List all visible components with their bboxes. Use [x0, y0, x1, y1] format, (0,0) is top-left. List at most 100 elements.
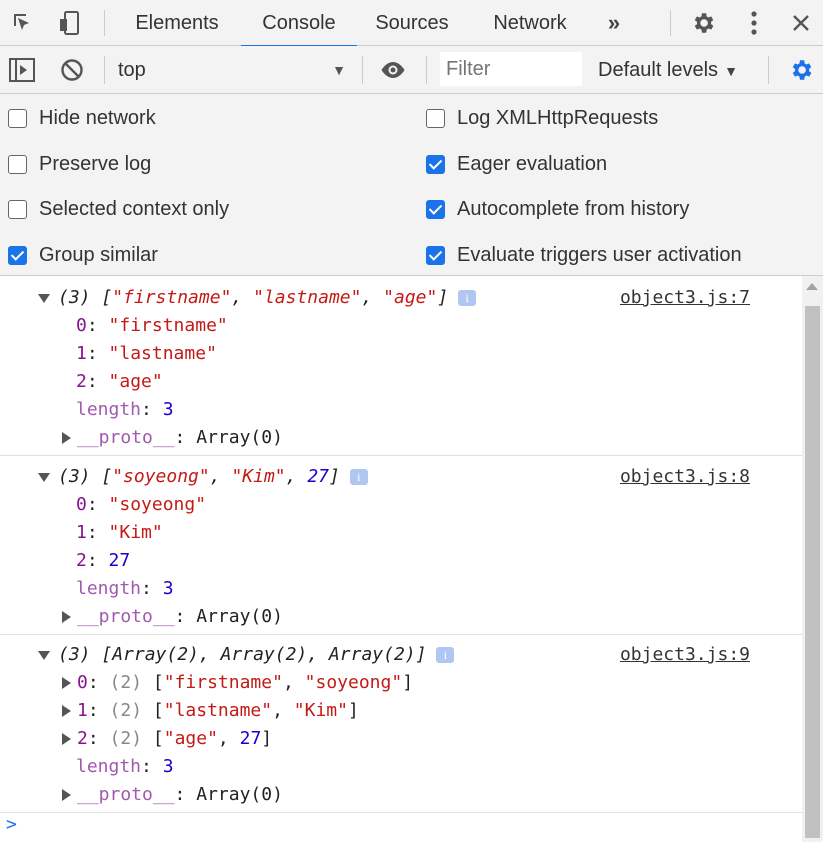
- console-settings-gear-icon[interactable]: [787, 56, 815, 84]
- array-entry: 0: "soyeong": [76, 494, 207, 515]
- console-output[interactable]: (3) ["firstname", "lastname", "age"] i ob…: [0, 276, 802, 842]
- proto-value: Array(0): [196, 427, 283, 448]
- tab-sources[interactable]: Sources: [362, 0, 462, 46]
- length-value: 3: [162, 578, 174, 599]
- evaluate-triggers-user-activation-checkbox[interactable]: [426, 245, 445, 265]
- array-length: length: 3: [76, 756, 174, 777]
- summary-item: 27: [307, 466, 329, 487]
- nested-array-entry[interactable]: 1: (2) ["lastname", "Kim"]: [62, 697, 359, 725]
- expand-arrow-icon[interactable]: [62, 705, 71, 717]
- array-entry: 0: "firstname": [76, 315, 228, 336]
- eager-evaluation-option[interactable]: Eager evaluation: [426, 149, 607, 179]
- scroll-up-arrow-icon[interactable]: [806, 283, 818, 290]
- array-entry: 2: "age": [76, 371, 163, 392]
- evaluate-triggers-user-activation-option[interactable]: Evaluate triggers user activation: [426, 240, 742, 270]
- more-options-icon[interactable]: [740, 9, 768, 37]
- entry-value: "Kim": [108, 522, 163, 543]
- entry-item: "Kim": [293, 700, 348, 721]
- info-icon[interactable]: i: [436, 647, 455, 663]
- preserve-log-checkbox[interactable]: [8, 154, 27, 174]
- summary-item: "lastname": [253, 287, 362, 308]
- info-icon[interactable]: i: [349, 469, 368, 485]
- entry-key: 2: [76, 371, 87, 392]
- log-levels-label: Default levels: [598, 59, 719, 81]
- context-selector-value: top: [118, 59, 146, 81]
- toolbar-divider: [768, 56, 769, 84]
- log-xmlhttprequests-checkbox[interactable]: [426, 108, 445, 128]
- expand-arrow-icon[interactable]: [62, 611, 71, 623]
- array-proto[interactable]: __proto__: Array(0): [62, 781, 283, 809]
- hide-network-checkbox[interactable]: [8, 108, 27, 128]
- inspect-element-icon[interactable]: [9, 9, 37, 37]
- option-label: Selected context only: [39, 197, 230, 220]
- autocomplete-from-history-option[interactable]: Autocomplete from history: [426, 194, 689, 224]
- selected-context-only-checkbox[interactable]: [8, 199, 27, 219]
- device-toolbar-icon[interactable]: [56, 9, 84, 37]
- tab-console[interactable]: Console: [241, 0, 357, 47]
- array-summary[interactable]: (3) ["soyeong", "Kim", 27] i: [38, 463, 368, 491]
- expand-arrow-icon[interactable]: [62, 789, 71, 801]
- more-tabs-icon[interactable]: »: [600, 9, 628, 37]
- entry-key: 1: [76, 522, 87, 543]
- collapse-arrow-icon[interactable]: [38, 650, 50, 660]
- length-label: length: [76, 399, 142, 420]
- proto-label: __proto__: [77, 784, 175, 805]
- nested-array-entry[interactable]: 0: (2) ["firstname", "soyeong"]: [62, 669, 413, 697]
- expand-arrow-icon[interactable]: [62, 733, 71, 745]
- console-scrollbar[interactable]: [802, 276, 823, 842]
- entry-item: "lastname": [163, 700, 273, 721]
- length-value: 3: [162, 756, 174, 777]
- array-summary[interactable]: (3) [Array(2), Array(2), Array(2)] i: [38, 641, 455, 669]
- array-length: length: 3: [76, 399, 174, 420]
- proto-value: Array(0): [196, 606, 283, 627]
- array-proto[interactable]: __proto__: Array(0): [62, 424, 283, 452]
- entry-key: 2: [77, 728, 88, 749]
- group-similar-checkbox[interactable]: [8, 245, 27, 265]
- eager-evaluation-checkbox[interactable]: [426, 154, 445, 174]
- context-selector[interactable]: top ▼: [118, 55, 350, 85]
- selected-context-only-option[interactable]: Selected context only: [8, 194, 229, 224]
- expand-arrow-icon[interactable]: [62, 677, 71, 689]
- summary-item: "firstname": [112, 287, 232, 308]
- toolbar-divider: [426, 56, 427, 84]
- array-length: length: 3: [76, 578, 174, 599]
- live-expression-eye-icon[interactable]: [379, 56, 407, 84]
- clear-console-icon[interactable]: [58, 56, 86, 84]
- entry-value: "age": [108, 371, 163, 392]
- autocomplete-from-history-checkbox[interactable]: [426, 199, 445, 219]
- summary-item: "Kim": [231, 466, 286, 487]
- filter-input[interactable]: [440, 52, 582, 86]
- log-levels-dropdown[interactable]: Default levels ▼: [598, 55, 748, 85]
- hide-network-option[interactable]: Hide network: [8, 103, 156, 133]
- collapse-arrow-icon[interactable]: [38, 293, 50, 303]
- entry-key: 2: [76, 550, 87, 571]
- dropdown-arrow-icon: ▼: [724, 63, 738, 79]
- info-icon[interactable]: i: [458, 290, 477, 306]
- console-toolbar: top ▼ Default levels ▼: [0, 46, 823, 94]
- log-xmlhttprequests-option[interactable]: Log XMLHttpRequests: [426, 103, 658, 133]
- console-prompt[interactable]: >: [6, 814, 17, 835]
- source-link[interactable]: object3.js:7: [620, 284, 750, 312]
- preserve-log-option[interactable]: Preserve log: [8, 149, 151, 179]
- close-icon[interactable]: [787, 9, 815, 37]
- collapse-arrow-icon[interactable]: [38, 472, 50, 482]
- array-count: (3): [58, 644, 91, 665]
- entry-value: 27: [108, 550, 131, 571]
- source-link[interactable]: object3.js:8: [620, 463, 750, 491]
- scrollbar-thumb[interactable]: [805, 306, 820, 838]
- nested-array-entry[interactable]: 2: (2) ["age", 27]: [62, 725, 272, 753]
- expand-arrow-icon[interactable]: [62, 432, 71, 444]
- array-summary[interactable]: (3) ["firstname", "lastname", "age"] i: [38, 284, 477, 312]
- settings-gear-icon[interactable]: [689, 9, 717, 37]
- array-proto[interactable]: __proto__: Array(0): [62, 603, 283, 631]
- tab-elements[interactable]: Elements: [120, 0, 234, 46]
- option-label: Preserve log: [39, 152, 152, 175]
- tab-network[interactable]: Network: [478, 0, 582, 46]
- entry-key: 1: [77, 700, 88, 721]
- source-link[interactable]: object3.js:9: [620, 641, 750, 669]
- toolbar-divider: [362, 56, 363, 84]
- show-sidebar-icon[interactable]: [8, 56, 36, 84]
- group-similar-option[interactable]: Group similar: [8, 240, 158, 270]
- option-label: Group similar: [39, 243, 158, 266]
- entry-item: "soyeong": [304, 672, 403, 693]
